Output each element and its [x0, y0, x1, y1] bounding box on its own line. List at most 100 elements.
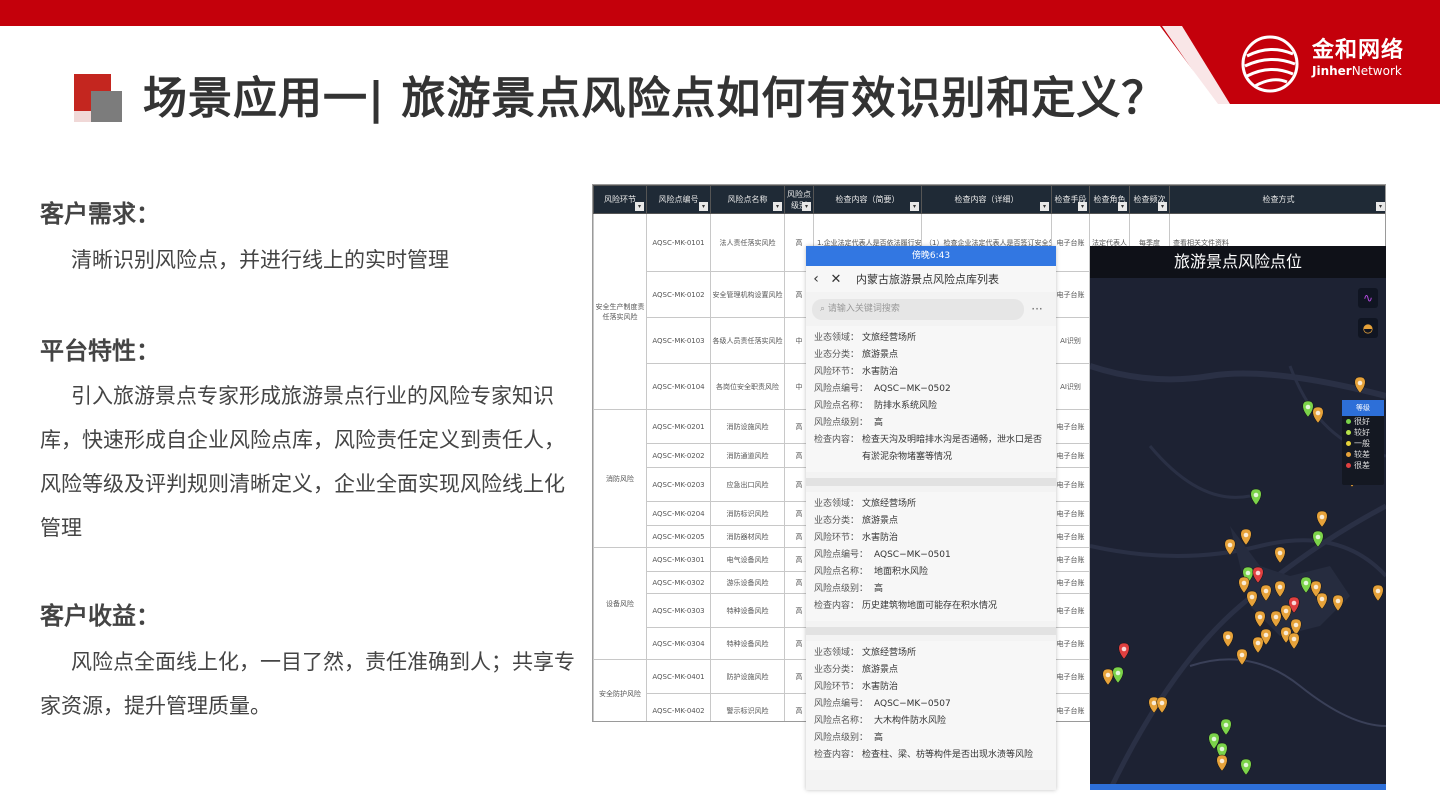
legend-item[interactable]: 很好 — [1342, 416, 1384, 427]
legend-dot-icon — [1346, 441, 1351, 446]
filter-dropdown-icon[interactable]: ▾ — [1376, 202, 1385, 211]
card-field-category: 业态分类： 旅游景点 — [814, 347, 1048, 364]
cell-name: 各岗位安全职责风险 — [710, 363, 785, 410]
column-header[interactable]: 风险点名称 ▾ — [710, 185, 785, 214]
card-field-level: 风险点级别： 高 — [814, 581, 1048, 598]
chart-line-icon[interactable]: ∿ — [1358, 288, 1378, 308]
column-header[interactable]: 检查内容（简要） ▾ — [813, 185, 922, 214]
logo-globe-icon — [1241, 35, 1299, 93]
card-field-level: 风险点级别： 高 — [814, 415, 1048, 432]
map-pin-dot — [1249, 594, 1255, 600]
column-header[interactable]: 风险点级别 ▾ — [784, 185, 814, 214]
filter-dropdown-icon[interactable]: ▾ — [910, 202, 919, 211]
map-pin-dot — [1303, 580, 1309, 586]
filter-dropdown-icon[interactable]: ▾ — [773, 202, 782, 211]
column-header[interactable]: 风险点编号 ▾ — [646, 185, 711, 214]
search-bar: ⌕ 请输入关键词搜索 ··· — [812, 299, 1050, 320]
table-header-row: 风险环节 ▾ 风险点编号 ▾ 风险点名称 ▾ 风险点级别 ▾ 检查内容（简要） ▾ 检查内容（详细）… — [593, 185, 1385, 214]
filter-dropdown-icon[interactable]: ▾ — [1118, 202, 1127, 211]
phone-status-bar: 傍晚6:43 — [806, 246, 1056, 266]
map-pin-dot — [1291, 600, 1297, 606]
legend-item[interactable]: 较差 — [1342, 449, 1384, 460]
cell-code: AQSC-MK-0303 — [646, 593, 711, 628]
legend-item[interactable]: 一般 — [1342, 438, 1384, 449]
card-field-code: 风险点编号： AQSC−MK−0507 — [814, 696, 1048, 713]
column-header[interactable]: 风险环节 ▾ — [593, 185, 647, 214]
card-field-code: 风险点编号： AQSC−MK−0502 — [814, 381, 1048, 398]
search-icon: ⌕ — [820, 304, 828, 314]
map-pin-dot — [1105, 672, 1111, 678]
section-body-features: 引入旅游景点专家形成旅游景点行业的风险专家知识库，快速形成自企业风险点库，风险责… — [40, 384, 565, 540]
field-label: 风险点级别： — [814, 418, 869, 428]
search-placeholder: 请输入关键词搜索 — [827, 304, 900, 314]
cell-means: 电子台账 — [1051, 213, 1090, 272]
column-header[interactable]: 检查角色 ▾ — [1089, 185, 1130, 214]
cell-name: 防护设施风险 — [710, 659, 785, 694]
field-label: 风险点级别： — [814, 584, 869, 594]
field-value: 检查柱、梁、枋等构件是否出现水渍等风险 — [862, 750, 1034, 760]
filter-dropdown-icon[interactable]: ▾ — [1158, 202, 1167, 211]
card-field-domain: 业态领域： 文旅经营场所 — [814, 645, 1048, 662]
field-label: 业态领域： — [814, 333, 860, 343]
map-pin-dot — [1115, 670, 1121, 676]
field-label: 风险点编号： — [814, 384, 869, 394]
map-title: 旅游景点风险点位 — [1090, 246, 1386, 278]
map-canvas[interactable] — [1090, 246, 1386, 790]
map-pin-dot — [1283, 630, 1289, 636]
legend-item[interactable]: 很差 — [1342, 460, 1384, 471]
risk-card[interactable]: 业态领域： 文旅经营场所 业态分类： 旅游景点 风险环节： 水害防治 风险点编号： AQSC−… — [806, 492, 1056, 621]
risk-card[interactable]: 业态领域： 文旅经营场所 业态分类： 旅游景点 风险环节： 水害防治 风险点编号： AQSC−… — [806, 641, 1056, 770]
layers-icon[interactable]: ◓ — [1358, 318, 1378, 338]
search-input[interactable]: ⌕ 请输入关键词搜索 — [812, 299, 1024, 320]
map-pin-dot — [1243, 762, 1249, 768]
map-pin-dot — [1211, 736, 1217, 742]
cell-name: 消防器材风险 — [710, 525, 785, 548]
cell-name: 警示标识风险 — [710, 693, 785, 721]
field-label: 业态分类： — [814, 350, 860, 360]
map-pin-dot — [1227, 542, 1233, 548]
filter-dropdown-icon[interactable]: ▾ — [1040, 202, 1049, 211]
title-deco-square-pink — [74, 111, 91, 122]
column-header[interactable]: 检查频次 ▾ — [1129, 185, 1170, 214]
filter-dropdown-icon[interactable]: ▾ — [1078, 202, 1087, 211]
filter-dropdown-icon[interactable]: ▾ — [699, 202, 708, 211]
field-label: 风险环节： — [814, 682, 860, 692]
cell-means: 电子台账 — [1051, 593, 1090, 628]
legend-item[interactable]: 较好 — [1342, 427, 1384, 438]
field-label: 检查内容： — [814, 435, 860, 445]
filter-dropdown-icon[interactable]: ▾ — [802, 202, 811, 211]
map-pin-dot — [1315, 410, 1321, 416]
legend-title: 等级 — [1342, 400, 1384, 416]
risk-card[interactable]: 业态领域： 文旅经营场所 业态分类： 旅游景点 风险环节： 水害防治 风险点编号： AQSC−… — [806, 326, 1056, 472]
cell-means: 电子台账 — [1051, 525, 1090, 548]
map-pin-dot — [1243, 532, 1249, 538]
field-label: 风险环节： — [814, 533, 860, 543]
cell-means: 电子台账 — [1051, 409, 1090, 444]
filter-dropdown-icon[interactable]: ▾ — [635, 202, 644, 211]
column-header[interactable]: 检查手段 ▾ — [1051, 185, 1090, 214]
group-cell: 安全生产制度责任落实风险 — [593, 213, 647, 410]
cell-code: AQSC-MK-0205 — [646, 525, 711, 548]
map-pin-dot — [1277, 584, 1283, 590]
field-label: 风险环节： — [814, 367, 860, 377]
card-field-domain: 业态领域： 文旅经营场所 — [814, 330, 1048, 347]
field-value: 高 — [874, 418, 884, 428]
field-value: 旅游景点 — [862, 516, 899, 526]
close-icon[interactable]: ✕ — [826, 272, 846, 287]
column-header[interactable]: 检查内容（详细） ▾ — [921, 185, 1052, 214]
cell-name: 特种设备风险 — [710, 593, 785, 628]
cell-code: AQSC-MK-0304 — [646, 627, 711, 660]
map-pin-dot — [1257, 614, 1263, 620]
cell-name: 特种设备风险 — [710, 627, 785, 660]
back-icon[interactable]: ‹ — [806, 271, 826, 287]
map-pin-dot — [1357, 380, 1363, 386]
legend-dot-icon — [1346, 430, 1351, 435]
cell-code: AQSC-MK-0301 — [646, 547, 711, 572]
map-pin-dot — [1121, 646, 1127, 652]
more-icon[interactable]: ··· — [1024, 299, 1050, 320]
column-header[interactable]: 检查方式 ▾ — [1169, 185, 1385, 214]
map-pin-dot — [1293, 622, 1299, 628]
card-field-link: 风险环节： 水害防治 — [814, 679, 1048, 696]
card-field-name: 风险点名称： 大木构件防水风险 — [814, 713, 1048, 730]
card-field-category: 业态分类： 旅游景点 — [814, 513, 1048, 530]
